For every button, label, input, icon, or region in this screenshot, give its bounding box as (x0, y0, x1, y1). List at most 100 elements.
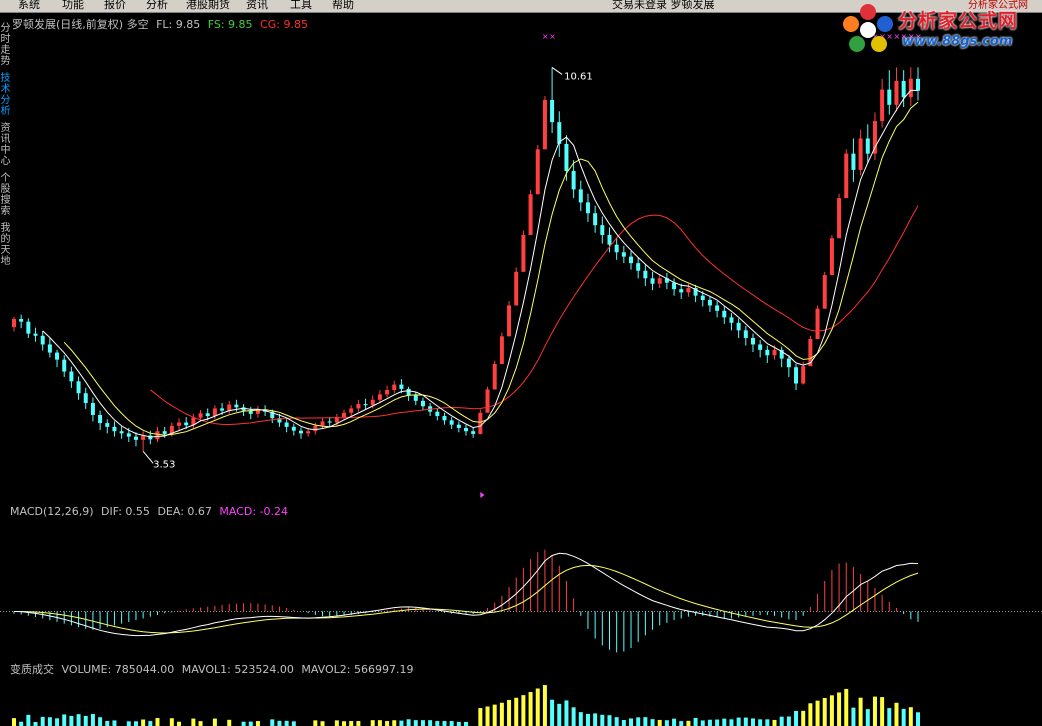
candle-body (177, 422, 182, 426)
candle-body (19, 318, 24, 322)
candle-body (471, 431, 476, 434)
volume-bar (700, 720, 705, 726)
candle-body (571, 170, 576, 190)
volume-bar (478, 708, 483, 726)
candle-body (356, 404, 361, 409)
cg-value: CG: 9.85 (260, 18, 308, 31)
menu-system[interactable]: 系统 (18, 0, 40, 12)
candle-body (12, 318, 16, 328)
high-marker-arrow (551, 66, 563, 75)
menu-analysis[interactable]: 分析 (146, 0, 168, 12)
volume-bar (19, 721, 24, 726)
volume-bar (542, 685, 547, 726)
candle-body (794, 367, 799, 384)
candle-body (700, 295, 705, 300)
macd-name: MACD(12,26,9) (10, 505, 94, 518)
volume-bar (69, 715, 74, 726)
sidebar-item-search[interactable]: 个股搜索 (0, 173, 11, 217)
volume-bar (492, 704, 497, 726)
volume-bar (406, 719, 411, 726)
candle-body (679, 289, 684, 293)
candle-body (815, 308, 820, 340)
macd-panel[interactable] (0, 549, 1042, 653)
volume-bar (664, 720, 669, 726)
volume-bar (614, 717, 619, 726)
volume-bar (26, 714, 31, 726)
site-logo: 分析家公式网 www.88gs.com (840, 2, 1040, 56)
volume-bar (370, 720, 375, 726)
candle-body (284, 422, 289, 427)
candle-body (76, 381, 81, 394)
candle-body (585, 202, 590, 214)
volume-bar (255, 721, 260, 726)
menu-tools[interactable]: 工具 (290, 0, 312, 12)
candle-body (377, 394, 382, 400)
volume-bar (507, 699, 512, 726)
candle-body (672, 282, 677, 290)
candle-body (492, 363, 497, 390)
candle-body (26, 321, 31, 334)
volume-bar (772, 719, 777, 726)
candle-body (33, 333, 38, 336)
candle-body (420, 400, 425, 407)
sidebar-item-news[interactable]: 资讯中心 (0, 123, 11, 167)
candle-body (485, 389, 490, 413)
candle-body (542, 99, 547, 150)
candle-body (98, 414, 103, 424)
volume-bar (607, 715, 612, 726)
mavol1-value: MAVOL1: 523524.00 (181, 663, 294, 676)
volume-bar (765, 719, 770, 726)
menu-news[interactable]: 资讯 (246, 0, 268, 12)
volume-bar (643, 717, 648, 726)
candle-body (614, 244, 619, 253)
candle-body (786, 358, 791, 368)
sidebar-item-technical[interactable]: 技术分析 (0, 73, 11, 117)
candle-body (521, 234, 526, 272)
volume-bar (105, 720, 110, 726)
volume-bar (399, 720, 404, 726)
volume-bar (320, 721, 325, 726)
candle-body (829, 238, 834, 276)
candle-body (119, 431, 124, 434)
volume-bar (822, 697, 827, 726)
volume-bar (650, 719, 655, 726)
candle-body (916, 78, 920, 91)
menu-quote[interactable]: 报价 (104, 0, 126, 12)
menu-help[interactable]: 帮助 (332, 0, 354, 12)
fl-value: FL: 9.85 (156, 18, 201, 31)
volume-bar (392, 720, 397, 726)
candle-body (456, 424, 461, 428)
chart-canvas[interactable]: × × × × × × × × × 10.61 3.53 (0, 0, 1042, 726)
sidebar-item-mine[interactable]: 我的天地 (0, 223, 11, 267)
volume-bar (485, 706, 490, 726)
left-sidebar: 分时走势 技术分析 资讯中心 个股搜索 我的天地 (0, 13, 11, 313)
volume-panel[interactable] (12, 685, 920, 726)
candle-body (478, 412, 483, 434)
volume-bar (872, 696, 877, 726)
candle-body (636, 263, 641, 271)
stock-title: 罗顿发展(日线,前复权) 多空 (12, 18, 149, 31)
volume-bar (786, 716, 791, 726)
candle-body (464, 427, 468, 432)
candle-body (600, 225, 605, 235)
volume-bar (557, 703, 562, 726)
volume-bar (313, 720, 318, 726)
menu-hk-futures[interactable]: 港股期货 (186, 0, 230, 12)
volume-bar (901, 708, 906, 726)
signal-marker: × (542, 32, 549, 41)
volume-bar (801, 710, 806, 726)
candle-body (62, 359, 67, 372)
menu-function[interactable]: 功能 (62, 0, 84, 12)
volume-bar (420, 720, 425, 726)
candle-body (133, 436, 138, 440)
volume-bar (212, 718, 217, 726)
volume-bar (40, 716, 45, 726)
candle-body (872, 121, 877, 154)
volume-bar (887, 708, 892, 726)
sidebar-item-intraday[interactable]: 分时走势 (0, 23, 11, 67)
candle-body (908, 78, 913, 98)
volume-bar (722, 718, 727, 726)
price-panel[interactable] (12, 66, 920, 464)
candle-body (621, 252, 626, 257)
ma-mid-line (63, 101, 919, 436)
